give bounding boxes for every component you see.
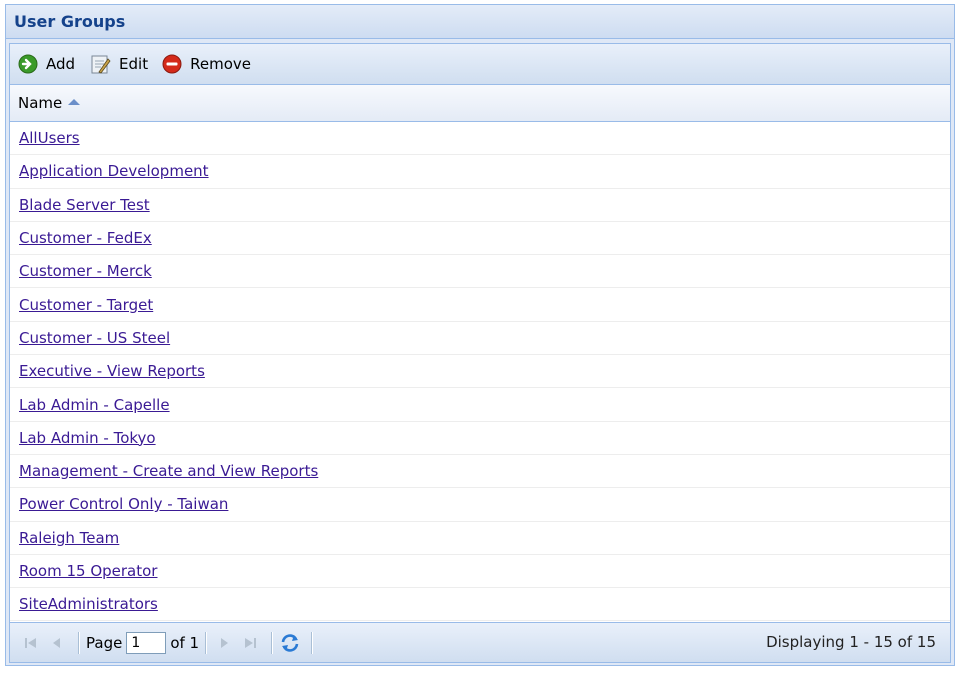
table-row: Customer - US Steel xyxy=(10,322,950,356)
page-number-input[interactable] xyxy=(126,631,167,654)
grid-container: Add Edit Remove Name AllUsers Applicatio… xyxy=(9,43,951,663)
separator xyxy=(78,631,80,654)
separator xyxy=(205,631,208,654)
table-row: Executive - View Reports xyxy=(10,355,950,389)
table-row: AllUsers xyxy=(10,122,950,156)
group-link[interactable]: Executive - View Reports xyxy=(19,362,205,380)
edit-label: Edit xyxy=(119,55,149,73)
first-page-icon xyxy=(25,637,36,648)
next-page-icon xyxy=(221,637,229,648)
paging-toolbar: Page of 1 xyxy=(10,622,950,662)
next-page-button[interactable] xyxy=(213,632,235,654)
page-label: Page xyxy=(86,633,123,652)
table-row: Lab Admin - Tokyo xyxy=(10,422,950,455)
remove-icon xyxy=(162,54,182,74)
table-row: Lab Admin - Capelle xyxy=(10,388,950,422)
table-row: Management - Create and View Reports xyxy=(10,455,950,489)
group-link[interactable]: Application Development xyxy=(19,162,209,180)
table-row: Blade Server Test xyxy=(10,189,950,222)
group-link[interactable]: Customer - Target xyxy=(19,296,153,314)
table-row: Raleigh Team xyxy=(10,522,950,555)
column-header-name[interactable]: Name xyxy=(10,85,950,122)
remove-button[interactable]: Remove xyxy=(162,54,251,74)
refresh-icon xyxy=(281,633,299,652)
group-link[interactable]: SiteAdministrators xyxy=(19,595,158,613)
display-info: Displaying 1 - 15 of 15 xyxy=(766,633,936,651)
group-link[interactable]: Lab Admin - Tokyo xyxy=(19,429,156,447)
group-link[interactable]: Customer - Merck xyxy=(19,262,152,280)
edit-icon xyxy=(91,55,111,74)
first-page-button[interactable] xyxy=(20,632,42,654)
add-button[interactable]: Add xyxy=(18,54,75,74)
table-row: SiteAdministrators xyxy=(10,588,950,622)
panel-title: User Groups xyxy=(6,5,954,39)
group-link[interactable]: Raleigh Team xyxy=(19,529,119,547)
sort-asc-icon xyxy=(68,99,81,105)
add-label: Add xyxy=(46,55,76,73)
separator xyxy=(271,631,274,654)
table-row: Application Development xyxy=(10,155,950,189)
group-link[interactable]: AllUsers xyxy=(19,129,80,147)
page-count-label: of 1 xyxy=(170,633,200,652)
table-row: Power Control Only - Taiwan xyxy=(10,488,950,522)
group-link[interactable]: Power Control Only - Taiwan xyxy=(19,495,228,513)
group-link[interactable]: Lab Admin - Capelle xyxy=(19,396,170,414)
table-row: Customer - FedEx xyxy=(10,222,950,256)
prev-page-icon xyxy=(53,637,60,648)
column-header-label: Name xyxy=(18,94,63,112)
remove-label: Remove xyxy=(190,55,251,73)
last-page-icon xyxy=(245,637,257,648)
group-link[interactable]: Management - Create and View Reports xyxy=(19,462,318,480)
toolbar: Add Edit Remove xyxy=(10,44,950,85)
last-page-button[interactable] xyxy=(239,632,261,654)
user-groups-panel: User Groups Add Edit Remove Name AllUser… xyxy=(5,4,955,666)
refresh-button[interactable] xyxy=(279,632,301,654)
table-row: Customer - Merck xyxy=(10,255,950,289)
grid-rows: AllUsers Application Development Blade Ser… xyxy=(10,122,950,622)
edit-button[interactable]: Edit xyxy=(89,53,148,75)
table-row: Room 15 Operator xyxy=(10,555,950,589)
separator xyxy=(311,631,314,654)
group-link[interactable]: Blade Server Test xyxy=(19,196,150,214)
prev-page-button[interactable] xyxy=(46,632,68,654)
add-icon xyxy=(18,54,38,74)
group-link[interactable]: Customer - US Steel xyxy=(19,329,170,347)
group-link[interactable]: Room 15 Operator xyxy=(19,562,157,580)
group-link[interactable]: Customer - FedEx xyxy=(19,229,152,247)
table-row: Customer - Target xyxy=(10,288,950,322)
